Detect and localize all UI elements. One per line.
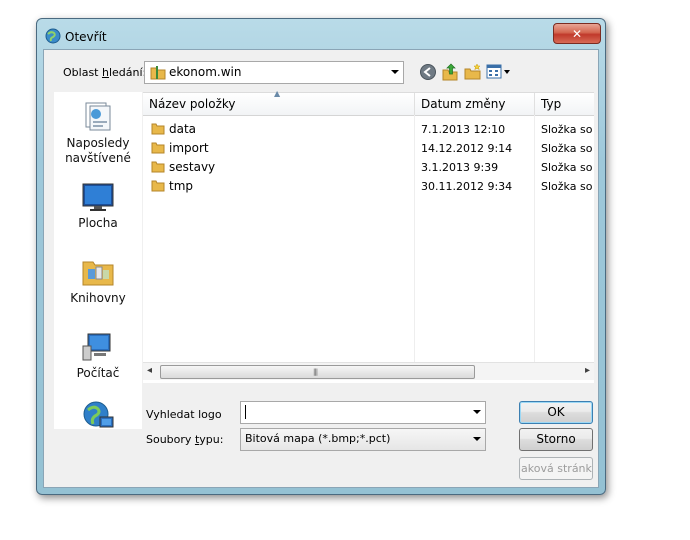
column-header-date[interactable]: Datum změny <box>415 93 536 115</box>
web-page-button[interactable]: iaková stránka <box>519 457 593 480</box>
place-desktop-label: Plocha <box>78 216 118 230</box>
place-libraries[interactable]: Knihovny <box>54 257 142 306</box>
network-icon <box>83 401 114 428</box>
horizontal-scrollbar[interactable]: ◂ ||| ▸ <box>143 362 594 380</box>
file-list[interactable]: Název položky ▲ Datum změny Typ data 7.1… <box>143 89 596 383</box>
scroll-left-icon[interactable]: ◂ <box>147 365 152 376</box>
file-name: tmp <box>169 179 194 193</box>
search-logo-input[interactable] <box>240 401 486 424</box>
file-row[interactable]: data 7.1.2013 12:10 Složka sou <box>143 120 594 139</box>
file-row[interactable]: sestavy 3.1.2013 9:39 Složka sou <box>143 158 594 177</box>
look-in-value: ekonom.win <box>169 65 242 79</box>
window-title: Otevřít <box>65 30 107 44</box>
dialog-body: Oblast hledání: ekonom.win Naposledy nav… <box>43 49 599 488</box>
file-type: Složka sou <box>541 123 593 136</box>
scrollbar-thumb[interactable]: ||| <box>160 365 475 379</box>
file-name: import <box>169 141 209 155</box>
place-computer-label: Počítač <box>76 366 120 380</box>
place-computer[interactable]: Počítač <box>54 332 142 381</box>
desktop-icon <box>82 183 114 211</box>
recent-places-icon <box>85 102 111 131</box>
search-logo-label: Vyhledat logo <box>146 408 222 421</box>
file-date: 7.1.2013 12:10 <box>421 123 506 136</box>
computer-icon <box>82 333 111 361</box>
file-type-value: Bitová mapa (*.bmp;*.pct) <box>245 432 391 445</box>
place-recent-label-2: navštívené <box>65 151 131 165</box>
file-type: Složka sou <box>541 161 593 174</box>
close-icon: ✕ <box>571 26 583 41</box>
look-in-combo[interactable]: ekonom.win <box>144 61 404 84</box>
new-folder-icon[interactable] <box>464 63 482 81</box>
folder-icon <box>150 66 166 80</box>
place-recent[interactable]: Naposledy navštívené <box>54 100 142 166</box>
folder-icon <box>151 123 165 135</box>
up-folder-icon[interactable] <box>441 63 459 81</box>
chevron-down-icon[interactable] <box>391 70 399 74</box>
file-date: 30.11.2012 9:34 <box>421 180 513 193</box>
scroll-right-icon[interactable]: ▸ <box>585 365 590 376</box>
libraries-icon <box>82 261 114 286</box>
places-bar: Naposledy navštívené Plocha Knihovny Poč… <box>54 92 142 429</box>
file-type: Složka sou <box>541 142 593 155</box>
ok-button[interactable]: OK <box>519 401 593 424</box>
views-menu-icon[interactable] <box>486 63 512 81</box>
cancel-button[interactable]: Storno <box>519 428 593 451</box>
open-dialog: Otevřít ✕ Oblast hledání: ekonom.win Nap… <box>36 18 606 495</box>
close-button[interactable]: ✕ <box>553 23 601 44</box>
chevron-down-icon[interactable] <box>473 410 481 414</box>
title-bar[interactable]: Otevřít ✕ <box>37 19 605 47</box>
place-recent-label-1: Naposledy <box>66 136 130 150</box>
look-in-label: Oblast hledání: <box>63 66 147 79</box>
file-date: 14.12.2012 9:14 <box>421 142 513 155</box>
chevron-down-icon[interactable] <box>473 437 481 441</box>
place-libraries-label: Knihovny <box>70 291 126 305</box>
text-caret <box>245 405 246 419</box>
list-header: Název položky ▲ Datum změny Typ <box>143 89 596 116</box>
place-desktop[interactable]: Plocha <box>54 182 142 231</box>
column-header-type[interactable]: Typ <box>535 93 596 115</box>
grip-icon: ||| <box>313 368 318 376</box>
folder-icon <box>151 142 165 154</box>
file-name: sestavy <box>169 160 216 174</box>
file-type-select[interactable]: Bitová mapa (*.bmp;*.pct) <box>240 428 486 451</box>
file-row[interactable]: import 14.12.2012 9:14 Složka sou <box>143 139 594 158</box>
place-network[interactable] <box>54 399 142 435</box>
app-globe-icon <box>45 28 61 44</box>
file-name: data <box>169 122 197 136</box>
file-type-label: Soubory typu: <box>146 433 224 446</box>
folder-icon <box>151 161 165 173</box>
file-type: Složka sou <box>541 180 593 193</box>
sort-ascending-icon: ▲ <box>274 89 281 98</box>
folder-icon <box>151 180 165 192</box>
file-row[interactable]: tmp 30.11.2012 9:34 Složka sou <box>143 177 594 196</box>
file-date: 3.1.2013 9:39 <box>421 161 499 174</box>
back-icon[interactable] <box>419 63 437 81</box>
